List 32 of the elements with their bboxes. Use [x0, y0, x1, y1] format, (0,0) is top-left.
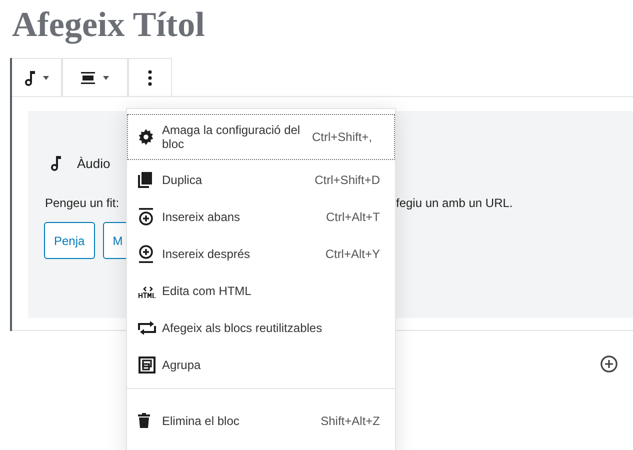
add-block-icon[interactable]	[600, 355, 618, 373]
caret-icon	[103, 76, 109, 80]
music-note-icon	[24, 70, 34, 86]
gear-icon	[138, 129, 154, 145]
upload-button[interactable]: Penja	[44, 222, 95, 259]
shortcut-text: Shift+Alt+Z	[320, 414, 380, 428]
music-note-icon	[51, 155, 61, 171]
instruction-text: Pengeu un fit:	[45, 196, 120, 210]
group-icon	[138, 356, 156, 374]
more-vertical-icon	[148, 70, 152, 86]
menu-item[interactable]: Duplica Ctrl+Shift+D	[127, 161, 395, 198]
copy-icon	[138, 172, 152, 188]
caret-icon	[42, 76, 48, 80]
insert-after-icon	[138, 244, 154, 262]
block-type-button[interactable]	[12, 58, 62, 96]
repeat-arrows-icon	[138, 320, 156, 334]
align-button[interactable]	[62, 58, 128, 96]
post-title[interactable]: Afegeix Títol	[0, 0, 205, 58]
menu-item[interactable]: Elimina el bloc Shift+Alt+Z	[127, 402, 395, 439]
menu-item[interactable]: Afegeix als blocs reutilitzables	[127, 309, 395, 346]
menu-item[interactable]: Amaga la configuració del bloc Ctrl+Shift+,	[127, 114, 395, 160]
shortcut-text: Ctrl+Shift+D	[314, 172, 380, 186]
insert-before-icon	[138, 208, 154, 226]
align-center-icon	[81, 72, 95, 84]
trash-icon	[138, 413, 150, 428]
menu-item[interactable]: Agrupa	[127, 346, 395, 383]
shortcut-text: Ctrl+Alt+T	[326, 210, 380, 224]
menu-item[interactable]: Edita com HTML	[127, 272, 395, 309]
block-label: Àudio	[77, 156, 110, 170]
shortcut-text: Ctrl+Shift+,	[312, 130, 372, 144]
shortcut-text: Ctrl+Alt+Y	[325, 246, 380, 260]
instruction-text: fegiu un amb un URL.	[396, 196, 514, 210]
